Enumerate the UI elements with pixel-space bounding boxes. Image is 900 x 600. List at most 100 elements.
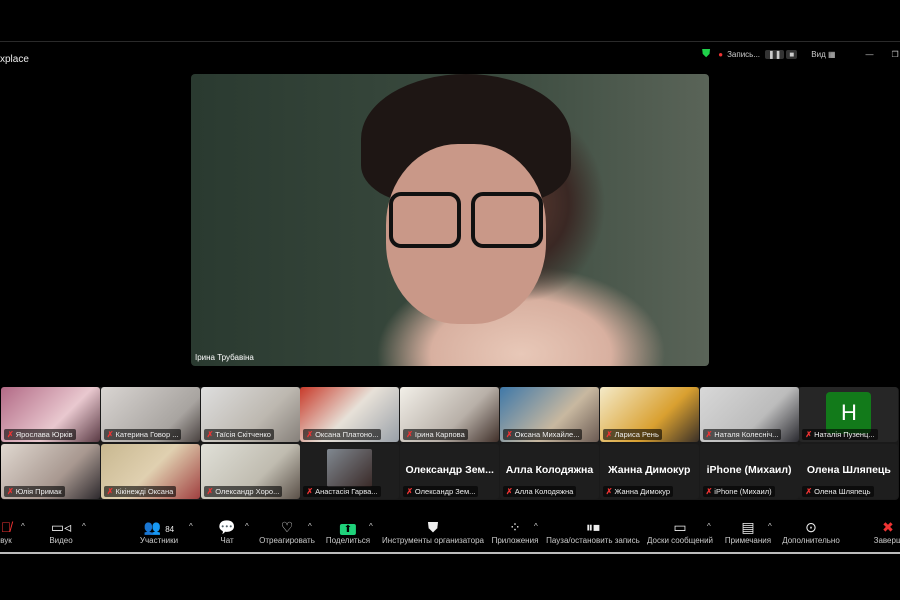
participant-display-name: Олександр Зем... xyxy=(405,464,494,476)
minimize-button[interactable]: — xyxy=(866,50,874,59)
participant-tile[interactable]: ✗ Лариса Рень xyxy=(599,387,699,442)
whiteboards-label: Доски сообщений xyxy=(646,536,714,545)
participant-tile[interactable]: ✗ Оксана Михайле... xyxy=(500,387,599,442)
participant-tile[interactable]: ✗ Оксана Платоно... xyxy=(300,387,400,442)
muted-mic-icon: ✗ xyxy=(705,430,713,439)
participant-tile[interactable]: ✗ Ярослава Юрків xyxy=(1,387,100,442)
notes-options-caret[interactable]: ^ xyxy=(768,522,772,531)
more-button[interactable]: ⊙ Дополнительно xyxy=(782,518,840,545)
recording-indicator: ⛊ ● Запись... ❚❚ ■ Вид ▦ — ❐ xyxy=(702,48,899,61)
participant-name: ✗ Лариса Рень xyxy=(602,429,662,440)
muted-mic-icon: ✗ xyxy=(7,430,14,439)
muted-mic-icon: ✗ xyxy=(805,487,813,496)
video-options-caret[interactable]: ^ xyxy=(82,522,86,531)
participant-video-thumbnail xyxy=(327,449,373,487)
participant-tile[interactable]: ✗ Юлія Примак xyxy=(1,444,100,499)
view-button[interactable]: Вид ▦ xyxy=(811,50,835,59)
restore-window-button[interactable]: ❐ xyxy=(892,50,899,59)
pause-stop-recording-button[interactable]: ⏸⏹ Пауза/остановить запись xyxy=(546,518,640,545)
share-arrow-icon: ⬆ xyxy=(326,518,370,536)
participant-tile[interactable]: Олена Шляпець ✗ Олена Шляпець xyxy=(799,444,899,499)
muted-mic-icon: 🎙̸ xyxy=(0,519,12,535)
participant-name-label: Наталія Пузенц... xyxy=(814,430,875,439)
participant-name-label: Катерина Говор ... xyxy=(115,430,179,439)
participant-name: ✗ Олександр Хоро... xyxy=(203,486,283,497)
participant-name-label: Таїсія Скітченко xyxy=(215,430,271,439)
participant-name-label: Ярослава Юрків xyxy=(15,430,73,439)
apps-button[interactable]: ⁘ Приложения xyxy=(492,518,539,545)
whiteboards-options-caret[interactable]: ^ xyxy=(707,522,711,531)
participant-tile[interactable]: ✗ Кікінежді Оксана xyxy=(100,444,200,499)
participant-tile[interactable]: ✗ Ірина Карпова xyxy=(400,387,500,442)
participant-tile[interactable]: ✗ Анастасія Гарва... xyxy=(300,444,400,499)
participants-count: 84 xyxy=(165,525,175,534)
whiteboards-button[interactable]: ▭ Доски сообщений xyxy=(647,518,713,545)
muted-mic-icon: ✗ xyxy=(406,487,413,496)
participant-display-name: Жанна Димокур xyxy=(608,464,691,476)
notes-label: Примечания xyxy=(724,536,772,545)
react-button[interactable]: ♡ Отреагировать xyxy=(259,518,315,545)
react-label: Отреагировать xyxy=(259,536,315,545)
participant-tile[interactable]: Алла Колодяжна ✗ Алла Колодяжна xyxy=(500,444,599,499)
participant-name: ✗ Таїсія Скітченко xyxy=(203,429,274,440)
share-button[interactable]: ⬆ Поделиться xyxy=(326,518,370,545)
participants-options-caret[interactable]: ^ xyxy=(189,522,193,531)
participants-label: Участники xyxy=(139,536,179,545)
muted-mic-icon: ✗ xyxy=(106,487,114,496)
security-shield-icon[interactable]: ⛊ xyxy=(702,48,710,61)
participant-display-name: Олена Шляпець xyxy=(806,464,891,476)
end-icon: ✖ xyxy=(882,519,894,535)
muted-mic-icon: ✗ xyxy=(106,430,114,439)
participant-name-label: Кікінежді Оксана xyxy=(115,487,174,496)
participant-tile[interactable]: ✗ Катерина Говор ... xyxy=(100,387,200,442)
participant-tile[interactable]: ✗ Олександр Хоро... xyxy=(200,444,300,499)
camera-icon: ▭◃ xyxy=(50,519,72,535)
participant-tile[interactable]: Жанна Димокур ✗ Жанна Димокур xyxy=(599,444,699,499)
muted-mic-icon: ✗ xyxy=(306,487,314,496)
participant-name: ✗ Кікінежді Оксана xyxy=(103,486,177,497)
pause-stop-icon: ⏸⏹ xyxy=(586,519,600,535)
pause-recording-button[interactable]: ❚❚ xyxy=(765,50,785,59)
muted-mic-icon: ✗ xyxy=(506,430,513,439)
meeting-toolbar: 🎙̸ вук ^ ▭◃ Видео ^ 👥 84 Участники ^ 💬 Чат ^… xyxy=(0,512,900,552)
participant-tile[interactable]: Олександр Зем... ✗ Олександр Зем... xyxy=(400,444,500,499)
participant-tile[interactable]: ✗ Наталя Колесніч... xyxy=(699,387,799,442)
participant-name-label: Алла Колодяжна xyxy=(514,487,574,496)
participant-name: ✗ Наталія Пузенц... xyxy=(802,429,878,440)
video-label: Видео xyxy=(49,536,73,545)
chat-options-caret[interactable]: ^ xyxy=(245,522,249,531)
title-bar-divider xyxy=(0,41,900,42)
video-button[interactable]: ▭◃ Видео xyxy=(49,518,72,545)
participant-tile[interactable]: iPhone (Михаил) ✗ iPhone (Михаил) xyxy=(699,444,799,499)
muted-mic-icon: ✗ xyxy=(206,430,214,439)
end-meeting-button[interactable]: ✖ Заверш xyxy=(874,518,900,545)
participant-tile[interactable]: Н ✗ Наталія Пузенц... xyxy=(799,387,899,442)
share-options-caret[interactable]: ^ xyxy=(369,522,373,531)
chat-button[interactable]: 💬 Чат xyxy=(218,518,235,545)
participant-name: ✗ iPhone (Михаил) xyxy=(702,486,775,497)
record-label: Запись... xyxy=(727,50,761,59)
audio-options-caret[interactable]: ^ xyxy=(21,522,25,531)
participant-name-label: Лариса Рень xyxy=(614,430,659,439)
chat-label: Чат xyxy=(220,536,234,545)
react-options-caret[interactable]: ^ xyxy=(308,522,312,531)
notes-button[interactable]: ▤ Примечания xyxy=(725,518,771,545)
participant-name-label: Олександр Зем... xyxy=(414,487,476,496)
muted-mic-icon: ✗ xyxy=(805,430,813,439)
participants-icon: 👥 84 xyxy=(143,519,175,535)
muted-mic-icon: ✗ xyxy=(605,487,613,496)
muted-mic-icon: ✗ xyxy=(306,430,314,439)
participant-tile[interactable]: ✗ Таїсія Скітченко xyxy=(200,387,300,442)
participants-button[interactable]: 👥 84 Участники xyxy=(140,518,178,545)
apps-icon: ⁘ xyxy=(509,519,521,535)
stop-recording-button[interactable]: ■ xyxy=(786,50,798,59)
share-label: Поделиться xyxy=(325,536,371,545)
active-speaker-video: Ірина Трубавіна xyxy=(191,74,709,366)
apps-options-caret[interactable]: ^ xyxy=(534,522,538,531)
audio-button[interactable]: 🎙̸ вук xyxy=(0,518,12,545)
participant-name-label: Наталя Колесніч... xyxy=(714,430,779,439)
participant-name: ✗ Олена Шляпець xyxy=(802,486,874,497)
host-tools-button[interactable]: ⛊ Инструменты организатора xyxy=(382,518,484,545)
participant-name: ✗ Анастасія Гарва... xyxy=(303,486,381,497)
participant-display-name: iPhone (Михаил) xyxy=(706,464,792,476)
